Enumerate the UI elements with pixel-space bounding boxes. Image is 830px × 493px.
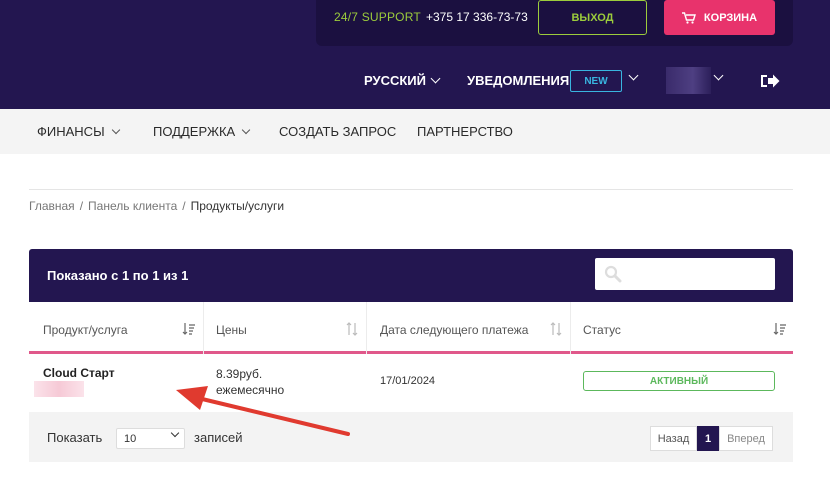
language-label: РУССКИЙ — [364, 73, 426, 88]
column-header-next-payment[interactable]: Дата следующего платежа — [380, 302, 570, 352]
main-nav — [0, 109, 830, 154]
sort-icon — [182, 323, 195, 335]
cart-button-label: КОРЗИНА — [703, 11, 758, 24]
chevron-down-icon — [241, 125, 251, 134]
notifications-menu[interactable]: УВЕДОМЛЕНИЯ — [467, 73, 569, 88]
chevron-down-icon — [430, 73, 441, 84]
status-badge: АКТИВНЫЙ — [583, 371, 775, 391]
logout-button-label: ВЫХОД — [571, 11, 614, 24]
nav-item-label: ПОДДЕРЖКА — [153, 124, 236, 139]
next-payment-date: 17/01/2024 — [380, 375, 436, 387]
nav-item-label: ФИНАНСЫ — [37, 124, 105, 139]
chevron-down-icon — [111, 125, 120, 134]
logout-icon[interactable] — [760, 73, 780, 89]
avatar[interactable] — [666, 67, 711, 94]
new-badge: NEW — [570, 70, 622, 92]
column-label: Цены — [216, 323, 247, 337]
breadcrumb-separator: / — [182, 199, 186, 213]
column-label: Продукт/услуга — [43, 323, 128, 337]
search-input[interactable] — [595, 258, 775, 290]
column-label: Статус — [583, 323, 621, 337]
nav-item-support[interactable]: ПОДДЕРЖКА — [153, 124, 251, 139]
column-header-price[interactable]: Цены — [216, 302, 366, 352]
notifications-label: УВЕДОМЛЕНИЯ — [467, 73, 570, 88]
show-label: Показать — [47, 430, 103, 445]
breadcrumb-separator: / — [79, 199, 84, 213]
table-summary: Показано с 1 по 1 из 1 — [47, 268, 189, 283]
cart-icon — [681, 11, 696, 24]
phone-link[interactable]: +375 17 336-73-73 — [426, 10, 528, 24]
nav-item-partnership[interactable]: ПАРТНЕРСТВО — [417, 124, 513, 139]
nav-item-label: ПАРТНЕРСТВО — [417, 124, 513, 139]
search-icon — [604, 265, 622, 283]
divider — [29, 189, 793, 190]
sort-icon — [773, 323, 786, 335]
breadcrumb-client-panel[interactable]: Панель клиента — [88, 199, 177, 213]
language-selector[interactable]: РУССКИЙ — [364, 73, 441, 88]
prev-page-button[interactable]: Назад — [650, 426, 697, 451]
logout-button[interactable]: ВЫХОД — [538, 0, 647, 35]
page-button[interactable]: 1 — [697, 426, 719, 451]
cart-button[interactable]: КОРЗИНА — [664, 0, 775, 35]
nav-item-create-request[interactable]: СОЗДАТЬ ЗАПРОС — [279, 124, 396, 139]
next-page-button[interactable]: Вперед — [719, 426, 773, 451]
breadcrumb: Главная / Панель клиента / Продукты/услу… — [29, 199, 284, 213]
pagination: Назад 1 Вперед — [650, 426, 773, 451]
sort-icon — [346, 322, 358, 336]
nav-item-label: СОЗДАТЬ ЗАПРОС — [279, 124, 397, 139]
product-name[interactable]: Cloud Старт — [43, 366, 115, 380]
breadcrumb-current: Продукты/услуги — [190, 199, 285, 213]
column-header-status[interactable]: Статус — [583, 302, 793, 352]
per-page-value: 10 — [124, 432, 137, 445]
column-header-product[interactable]: Продукт/услуга — [43, 302, 203, 352]
column-label: Дата следующего платежа — [380, 323, 529, 337]
breadcrumb-home[interactable]: Главная — [29, 199, 75, 213]
annotation-arrow-icon — [176, 386, 350, 436]
product-domain-redacted — [34, 381, 84, 397]
nav-item-finance[interactable]: ФИНАНСЫ — [37, 124, 120, 139]
sort-icon — [550, 322, 562, 336]
support-label: 24/7 SUPPORT — [334, 10, 421, 24]
